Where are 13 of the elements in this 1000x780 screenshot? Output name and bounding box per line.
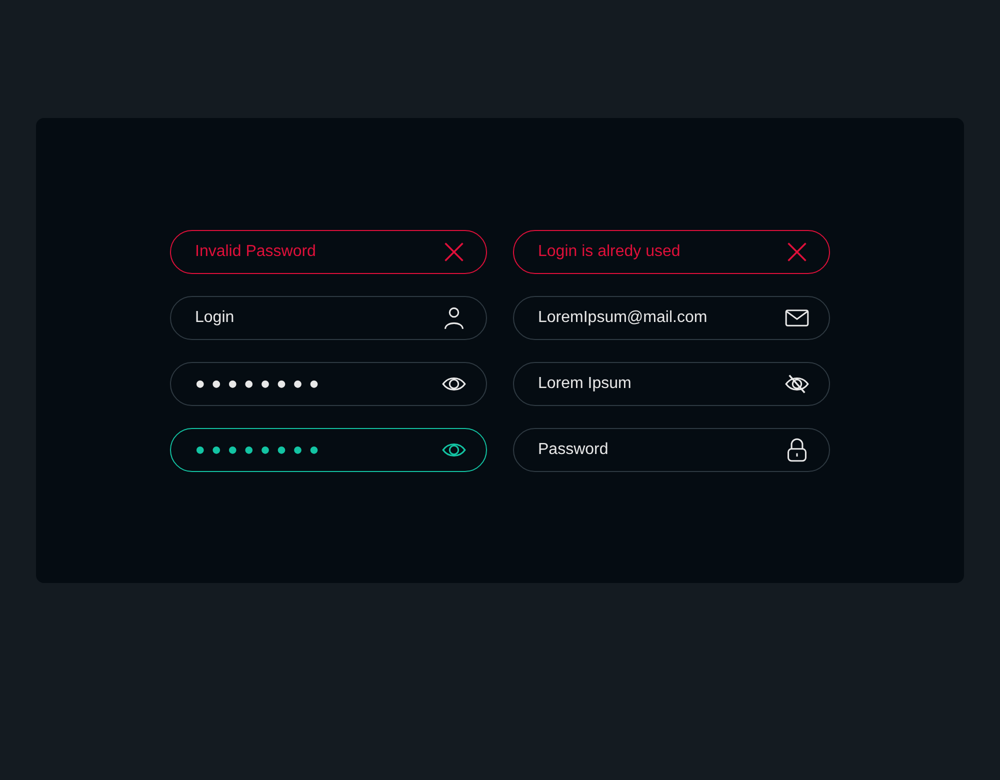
- error-field[interactable]: Login is alredy used: [513, 230, 830, 274]
- close-icon[interactable]: [785, 240, 809, 264]
- password-field[interactable]: ●●●●●●●●: [170, 362, 487, 406]
- input-field[interactable]: Login: [170, 296, 487, 340]
- close-icon[interactable]: [442, 240, 466, 264]
- input-field[interactable]: Lorem Ipsum: [513, 362, 830, 406]
- password-field[interactable]: ●●●●●●●●: [170, 428, 487, 472]
- error-field[interactable]: Invalid Password: [170, 230, 487, 274]
- person-icon: [442, 306, 466, 330]
- input-field[interactable]: Password: [513, 428, 830, 472]
- input-field[interactable]: LoremIpsum@mail.com: [513, 296, 830, 340]
- padlock-icon: [785, 438, 809, 462]
- eye-slash-icon[interactable]: [785, 372, 809, 396]
